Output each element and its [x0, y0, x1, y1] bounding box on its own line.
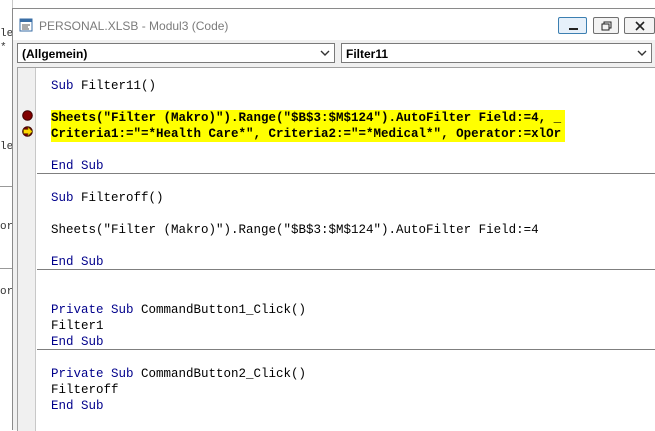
code-text: CommandButton2_Click() [133, 367, 307, 381]
code-line: Filter1 [51, 319, 104, 333]
close-icon [635, 21, 645, 31]
keyword: Private Sub [51, 303, 134, 317]
code-line: Private Sub CommandButton2_Click() [51, 366, 306, 382]
code-line: Sub Filter11() [51, 78, 156, 94]
procedure-dropdown[interactable]: Filter11 [341, 43, 652, 63]
code-line: End Sub [51, 255, 104, 269]
combo-toolbar: (Allgemein) Filter11 [13, 40, 655, 66]
background-divider [0, 186, 12, 187]
procedure-separator [37, 173, 655, 174]
restore-button[interactable] [593, 17, 619, 34]
code-line: Filteroff [51, 383, 119, 397]
procedure-separator [37, 269, 655, 270]
code-line: End Sub [51, 335, 104, 349]
procedure-dropdown-value: Filter11 [346, 47, 389, 61]
background-divider [0, 268, 12, 269]
code-editor[interactable]: Sub Filter11() Sheets("Filter (Makro)").… [17, 67, 655, 431]
title-bar[interactable]: PERSONAL.XLSB - Modul3 (Code) [13, 9, 655, 40]
background-text: * [0, 42, 7, 54]
code-line-breakpoint: Sheets("Filter (Makro)").Range("$B$3:$M$… [51, 110, 566, 126]
minimize-icon [569, 28, 578, 30]
object-dropdown-value: (Allgemein) [22, 47, 88, 61]
code-line: Private Sub CommandButton1_Click() [51, 302, 306, 318]
code-text: CommandButton1_Click() [133, 303, 307, 317]
code-line: Sub Filteroff() [51, 190, 164, 206]
procedure-separator [37, 349, 655, 350]
code-line: End Sub [51, 399, 104, 413]
code-text: Filteroff() [73, 191, 164, 205]
code-line: End Sub [51, 159, 104, 173]
keyword: Sub [51, 191, 74, 205]
keyword: Private Sub [51, 367, 134, 381]
restore-icon [601, 21, 612, 31]
code-area: Sub Filter11() Sheets("Filter (Makro)").… [18, 68, 655, 431]
object-dropdown[interactable]: (Allgemein) [17, 43, 335, 63]
vba-module-icon [19, 18, 33, 32]
code-line: Sheets("Filter (Makro)").Range("$B$3:$M$… [51, 223, 539, 237]
code-window: PERSONAL.XLSB - Modul3 (Code) (Allgemein… [12, 8, 655, 431]
chevron-down-icon [320, 50, 330, 56]
code-text: Filter11() [73, 79, 157, 93]
chevron-down-icon [637, 50, 647, 56]
minimize-button[interactable] [558, 17, 587, 34]
code-line-current: Criteria1:="=*Health Care*", Criteria2:=… [51, 126, 566, 142]
keyword: Sub [51, 79, 74, 93]
close-button[interactable] [624, 17, 655, 34]
window-title: PERSONAL.XLSB - Modul3 (Code) [39, 19, 229, 33]
